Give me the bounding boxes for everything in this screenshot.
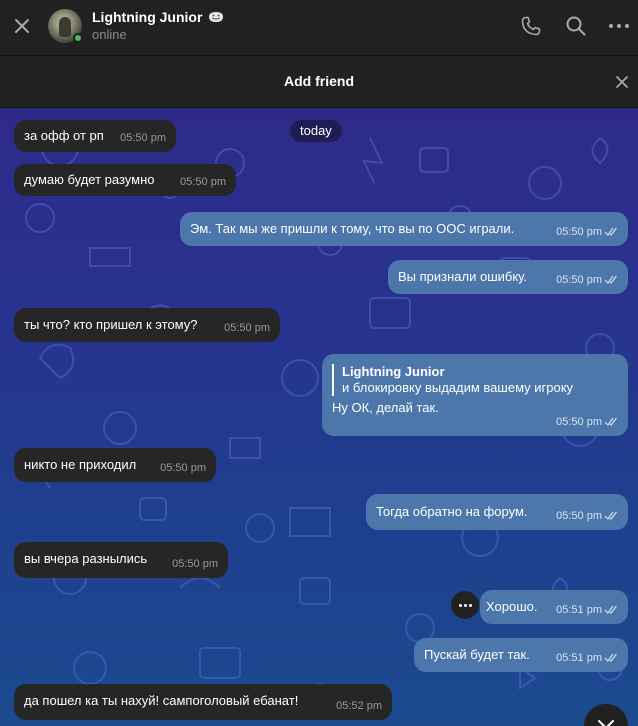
- message-text: Пускай будет так.: [424, 647, 530, 662]
- read-check-icon: [604, 653, 617, 662]
- add-friend-button[interactable]: Add friend: [0, 73, 638, 89]
- message-time: 05:50 pm: [556, 510, 602, 522]
- message-time: 05:50 pm: [172, 558, 218, 570]
- message-bubble[interactable]: Тогда обратно на форум. 05:50 pm: [366, 494, 628, 530]
- message-bubble[interactable]: да пошел ка ты нахуй! сампоголовый ебана…: [14, 684, 392, 720]
- message-time: 05:50 pm: [224, 322, 270, 334]
- message-text: думаю будет разумно: [24, 172, 155, 187]
- message-time: 05:51 pm: [556, 604, 602, 616]
- message-bubble[interactable]: Хорошо. 05:51 pm: [480, 590, 628, 624]
- message-bubble[interactable]: никто не приходил 05:50 pm: [14, 448, 216, 482]
- message-bubble[interactable]: думаю будет разумно 05:50 pm: [14, 164, 236, 196]
- message-time: 05:50 pm: [556, 416, 602, 428]
- chat-header: Lightning Junior online: [0, 0, 638, 56]
- read-check-icon: [604, 511, 617, 520]
- read-check-icon: [604, 417, 617, 426]
- message-text: Ну ОК, делай так.: [332, 400, 439, 415]
- dot: [468, 603, 472, 607]
- reply-quote[interactable]: Lightning Junior и блокировку выдадим ва…: [332, 364, 618, 396]
- message-list[interactable]: today за офф от рп 05:50 pm думаю будет …: [0, 108, 638, 726]
- date-separator: today: [290, 120, 342, 142]
- message-text: Хорошо.: [486, 599, 538, 614]
- read-check-icon: [604, 275, 617, 284]
- message-bubble[interactable]: Вы признали ошибку. 05:50 pm: [388, 260, 628, 294]
- add-friend-banner: Add friend: [0, 56, 638, 108]
- reply-author: Lightning Junior: [342, 364, 445, 379]
- read-check-icon: [604, 605, 617, 614]
- search-icon[interactable]: [564, 14, 588, 38]
- message-time: 05:52 pm: [336, 700, 382, 712]
- message-time: 05:50 pm: [120, 132, 166, 144]
- message-text: вы вчера разнылись: [24, 551, 148, 566]
- close-icon[interactable]: [10, 14, 34, 38]
- read-check-icon: [604, 227, 617, 236]
- reply-text: и блокировку выдадим вашему игроку: [342, 380, 574, 395]
- dot: [463, 603, 467, 607]
- message-actions-button[interactable]: [451, 591, 479, 619]
- message-bubble[interactable]: Lightning Junior и блокировку выдадим ва…: [322, 354, 628, 436]
- message-text: Эм. Так мы же пришли к тому, что вы по О…: [190, 221, 515, 236]
- message-text: за офф от рп: [24, 128, 104, 143]
- message-bubble[interactable]: за офф от рп 05:50 pm: [14, 120, 176, 152]
- phone-icon[interactable]: [519, 14, 543, 38]
- emoji-badge-icon: [209, 12, 224, 22]
- online-indicator: [73, 33, 83, 43]
- dot: [458, 603, 462, 607]
- message-bubble[interactable]: Эм. Так мы же пришли к тому, что вы по О…: [180, 212, 628, 246]
- message-time: 05:50 pm: [160, 462, 206, 474]
- message-text: никто не приходил: [24, 457, 137, 472]
- message-time: 05:50 pm: [180, 176, 226, 188]
- message-bubble[interactable]: вы вчера разнылись 05:50 pm: [14, 542, 228, 578]
- message-time: 05:51 pm: [556, 652, 602, 664]
- contact-name[interactable]: Lightning Junior: [92, 9, 202, 25]
- message-bubble[interactable]: Пускай будет так. 05:51 pm: [414, 638, 628, 672]
- close-banner-icon[interactable]: [614, 74, 630, 90]
- message-bubble[interactable]: ты что? кто пришел к этому? 05:50 pm: [14, 308, 280, 342]
- message-text: ты что? кто пришел к этому?: [24, 317, 198, 332]
- message-time: 05:50 pm: [556, 226, 602, 238]
- more-icon[interactable]: [607, 14, 631, 38]
- message-text: Тогда обратно на форум.: [376, 504, 528, 519]
- message-text: да пошел ка ты нахуй! сампоголовый ебана…: [24, 693, 299, 708]
- contact-status: online: [92, 27, 127, 42]
- message-time: 05:50 pm: [556, 274, 602, 286]
- message-text: Вы признали ошибку.: [398, 269, 527, 284]
